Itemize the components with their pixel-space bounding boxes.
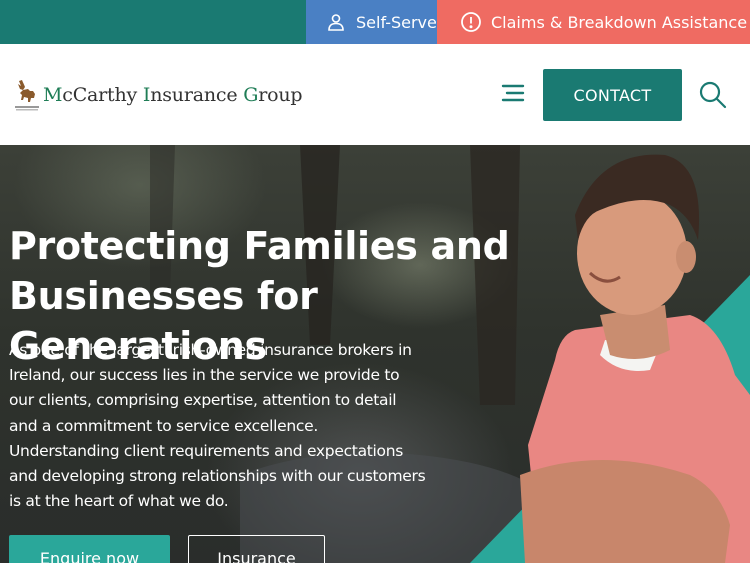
insurance-label: Insurance <box>217 548 296 563</box>
self-serve-button[interactable]: Self-Serve <box>306 0 437 44</box>
logo-word-group: roup <box>258 84 303 106</box>
contact-label: CONTACT <box>573 85 652 105</box>
site-header: McCarthy Insurance Group CONTACT <box>0 44 750 145</box>
claims-breakdown-button[interactable]: Claims & Breakdown Assistance <box>437 0 750 44</box>
user-icon <box>324 10 348 34</box>
claims-breakdown-label: Claims & Breakdown Assistance <box>491 12 748 32</box>
hamburger-menu-icon[interactable] <box>499 80 529 106</box>
enquire-now-label: Enquire now <box>39 548 140 563</box>
hero-banner: Protecting Families and Businesses for G… <box>0 145 750 563</box>
insurance-button[interactable]: Insurance <box>188 535 325 563</box>
site-logo[interactable]: McCarthy Insurance Group <box>13 78 303 112</box>
search-icon[interactable] <box>698 80 728 110</box>
stag-logo-icon <box>13 78 41 112</box>
hero-body-text: As one of the largest Irish-owned insura… <box>9 341 426 511</box>
logo-letter-g: G <box>243 84 259 106</box>
alert-circle-icon <box>459 10 483 34</box>
person-figure <box>520 154 750 563</box>
top-bar: Self-Serve Claims & Breakdown Assistance <box>0 0 750 44</box>
contact-button[interactable]: CONTACT <box>543 69 682 121</box>
enquire-now-button[interactable]: Enquire now <box>9 535 170 563</box>
logo-letter-m: M <box>43 84 63 106</box>
logo-word-insurance: nsurance <box>150 84 244 106</box>
logo-text: McCarthy Insurance Group <box>43 84 303 106</box>
logo-word-mccarthy: cCarthy <box>62 84 143 106</box>
self-serve-label: Self-Serve <box>356 12 437 32</box>
